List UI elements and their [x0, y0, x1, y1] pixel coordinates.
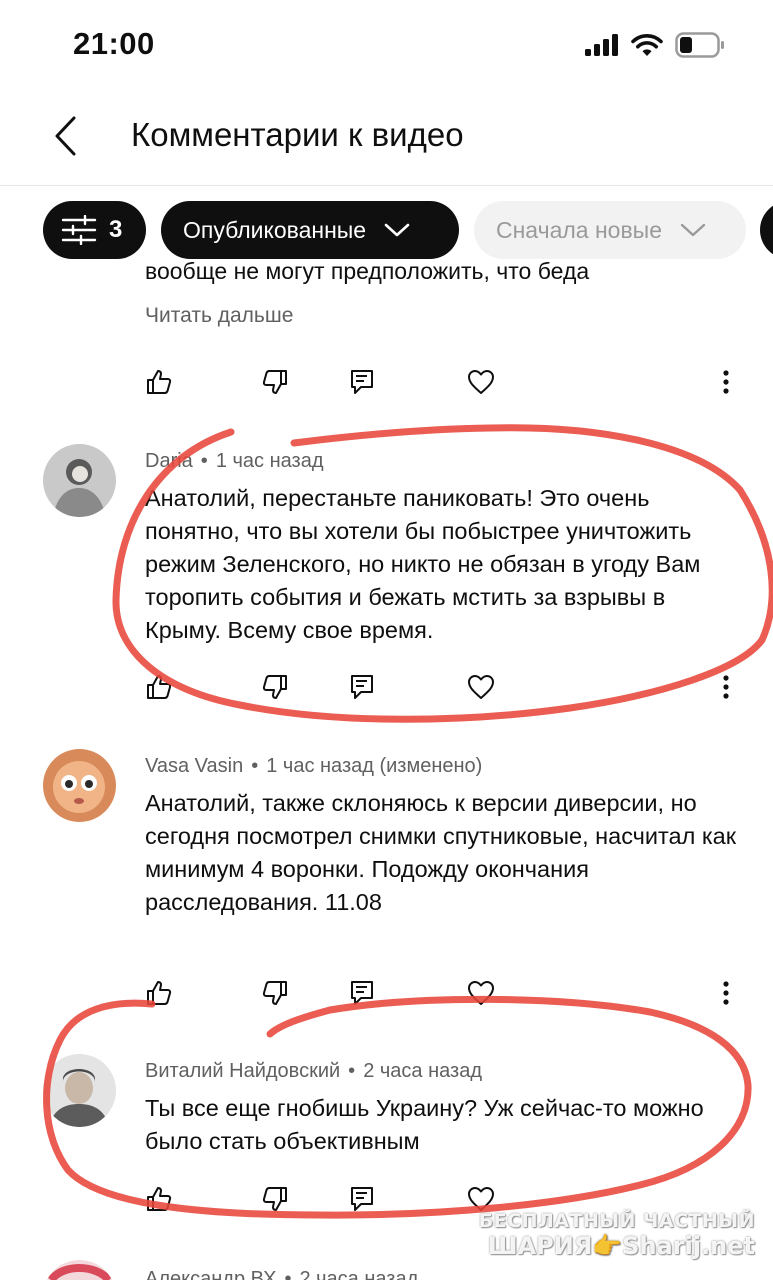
reply-icon — [351, 370, 373, 394]
avatar[interactable] — [43, 1054, 116, 1127]
thumbs-down-icon — [262, 1187, 287, 1211]
like-button[interactable] — [139, 973, 179, 1013]
comment-actions — [0, 973, 773, 1013]
status-time: 21:00 — [73, 26, 155, 61]
battery-icon — [675, 32, 724, 58]
read-more-link[interactable]: Читать дальше — [145, 304, 293, 328]
filter-count: 3 — [109, 216, 123, 243]
dislike-button[interactable] — [255, 1179, 295, 1219]
more-options-button[interactable] — [706, 362, 746, 402]
dislike-button[interactable] — [255, 973, 295, 1013]
signal-icon — [585, 34, 618, 56]
heart-icon — [468, 370, 494, 394]
avatar[interactable] — [43, 749, 116, 822]
comment-author[interactable]: Александр ВХ — [145, 1268, 276, 1280]
comment-actions — [0, 667, 773, 707]
reply-button[interactable] — [342, 1179, 382, 1219]
comment-text: Анатолий, также склоняюсь к версии дивер… — [145, 790, 737, 915]
heart-icon — [468, 981, 494, 1005]
status-dropdown-label: Опубликованные — [183, 216, 367, 243]
dislike-button[interactable] — [255, 362, 295, 402]
comment-author[interactable]: Виталий Найдовский — [145, 1060, 340, 1082]
heart-icon — [468, 1187, 494, 1211]
comment-text: Ты все еще гнобишь Украину? Уж сейчас-то… — [145, 1095, 704, 1154]
watermark: БЕСПЛАТНЫЙ ЧАСТНЫЙ ШАРИЯ👉Sharij.net — [479, 1210, 755, 1260]
back-button[interactable] — [48, 114, 88, 158]
comment-meta: Vasa Vasin • 1 час назад (изменено) — [145, 755, 483, 777]
reply-icon — [351, 675, 373, 699]
filter-chips: 3 Опубликованные Сначала новые — [0, 198, 773, 262]
thumbs-up-icon — [147, 370, 172, 394]
comment-time: 1 час назад — [215, 450, 324, 472]
reply-button[interactable] — [342, 667, 382, 707]
more-filters-chip[interactable] — [760, 201, 773, 259]
comments-list: вообще не могут предположить, что беда Ч… — [0, 262, 773, 1280]
comment-meta: Виталий Найдовский • 2 часа назад — [145, 1060, 482, 1082]
thumbs-up-icon — [147, 675, 172, 699]
more-vertical-icon — [723, 370, 729, 394]
comment-text-clipped: вообще не могут предположить, что беда — [145, 262, 590, 284]
watermark-line1: БЕСПЛАТНЫЙ ЧАСТНЫЙ — [478, 1210, 755, 1232]
watermark-line2: ШАРИЯ👉Sharij.net — [487, 1232, 755, 1260]
back-arrow-icon — [55, 116, 76, 156]
like-button[interactable] — [139, 667, 179, 707]
comment-actions — [0, 362, 773, 402]
thumbs-down-icon — [262, 981, 287, 1005]
thumbs-down-icon — [262, 675, 287, 699]
comment-author[interactable]: Vasa Vasin — [145, 755, 243, 777]
heart-button[interactable] — [461, 667, 501, 707]
reply-button[interactable] — [342, 362, 382, 402]
status-bar: 21:00 — [0, 0, 773, 90]
more-vertical-icon — [723, 675, 729, 699]
comment-time: 1 час назад — [266, 755, 374, 777]
edited-label: (изменено) — [379, 755, 483, 777]
chevron-down-icon — [384, 223, 410, 237]
wifi-icon — [631, 34, 663, 56]
heart-icon — [468, 675, 494, 699]
page-title: Комментарии к видео — [131, 116, 464, 153]
heart-button[interactable] — [461, 362, 501, 402]
reply-icon — [351, 981, 373, 1005]
thumbs-up-icon — [147, 981, 172, 1005]
avatar[interactable] — [43, 444, 116, 517]
comment-text: Анатолий, перестаньте паниковать! Это оч… — [145, 485, 701, 643]
more-options-button[interactable] — [706, 973, 746, 1013]
reply-icon — [351, 1187, 373, 1211]
comment-author[interactable]: Daria — [145, 450, 193, 472]
more-options-button[interactable] — [706, 667, 746, 707]
status-icons — [585, 32, 725, 58]
dislike-button[interactable] — [255, 667, 295, 707]
sort-dropdown-label: Сначала новые — [496, 216, 663, 243]
thumbs-down-icon — [262, 370, 287, 394]
comment-time: 2 часа назад — [299, 1268, 419, 1280]
chevron-down-icon — [680, 223, 706, 237]
sort-dropdown[interactable]: Сначала новые — [474, 201, 746, 259]
heart-button[interactable] — [461, 973, 501, 1013]
avatar[interactable] — [43, 1260, 116, 1280]
reply-button[interactable] — [342, 973, 382, 1013]
like-button[interactable] — [139, 362, 179, 402]
thumbs-up-icon — [147, 1187, 172, 1211]
app-header: Комментарии к видео — [0, 90, 773, 186]
comment-meta: Александр ВХ • 2 часа назад — [145, 1268, 418, 1280]
status-dropdown[interactable]: Опубликованные — [161, 201, 459, 259]
filter-button[interactable]: 3 — [43, 201, 146, 259]
like-button[interactable] — [139, 1179, 179, 1219]
comment-meta: Daria • 1 час назад — [145, 450, 324, 472]
more-vertical-icon — [723, 981, 729, 1005]
filter-sliders-icon — [61, 215, 97, 245]
comment-time: 2 часа назад — [363, 1060, 482, 1082]
